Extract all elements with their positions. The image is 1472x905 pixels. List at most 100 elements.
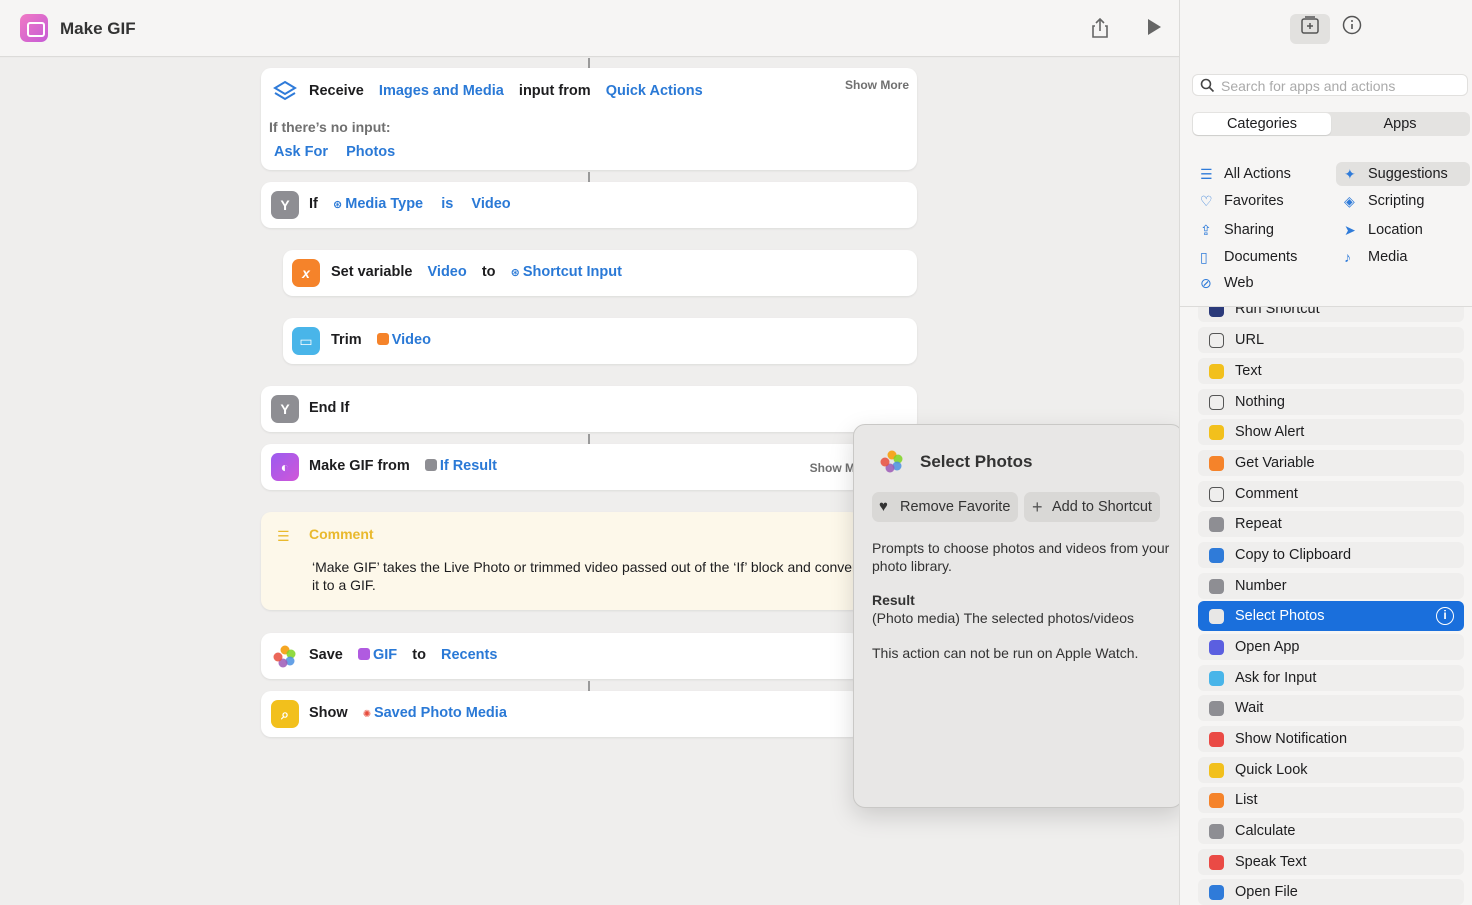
shortcuts-icon xyxy=(271,78,299,106)
gif-token[interactable]: GIF xyxy=(355,646,400,664)
make-gif-action-card[interactable]: ◐ Make GIF from If Result Show M xyxy=(261,444,861,490)
list-item-nothing[interactable]: Nothing xyxy=(1198,389,1464,415)
connector xyxy=(588,172,590,182)
search-field[interactable] xyxy=(1192,74,1468,96)
receive-action-card[interactable]: Receive Images and Media input from Quic… xyxy=(261,68,917,170)
list-item-quick-look[interactable]: Quick Look xyxy=(1198,757,1464,783)
list-item-open-app[interactable]: Open App xyxy=(1198,634,1464,660)
clipboard-icon xyxy=(1209,548,1224,563)
share-icon[interactable] xyxy=(1088,16,1112,40)
watch-note: This action can not be run on Apple Watc… xyxy=(872,645,1139,661)
category-suggestions[interactable]: ✦ Suggestions xyxy=(1336,162,1470,186)
sparkle-icon: ✦ xyxy=(1344,166,1356,182)
tab-categories[interactable]: Categories xyxy=(1193,113,1331,135)
category-sharing[interactable]: ⇪ Sharing xyxy=(1192,218,1322,242)
list-item-number[interactable]: Number xyxy=(1198,573,1464,599)
list-item-wait[interactable]: Wait xyxy=(1198,695,1464,721)
popover-description: Prompts to choose photos and videos from… xyxy=(872,540,1170,574)
list-item-select-photos[interactable]: Select Photos i xyxy=(1198,601,1464,631)
list-item-text[interactable]: Text xyxy=(1198,358,1464,384)
comment-title: Comment xyxy=(309,526,374,542)
to-label: to xyxy=(481,264,496,280)
variable-name-token[interactable]: Video xyxy=(425,263,470,281)
category-all-actions[interactable]: ☰ All Actions xyxy=(1192,162,1322,186)
category-media[interactable]: ♪ Media xyxy=(1336,245,1470,269)
show-label: Show xyxy=(309,705,348,721)
if-action-card[interactable]: Y If ⊛ Media Type is Video xyxy=(261,182,917,228)
saved-photo-media-token[interactable]: ✺ Saved Photo Media xyxy=(360,704,510,722)
receive-label: Receive xyxy=(309,83,364,99)
list-item-comment[interactable]: Comment xyxy=(1198,481,1464,507)
save-action-card[interactable]: Save GIF to Recents xyxy=(261,633,861,679)
condition-is-token[interactable]: is xyxy=(438,195,456,213)
ask-input-icon xyxy=(1209,671,1224,686)
run-shortcut-icon xyxy=(1209,307,1224,317)
document-icon: ▯ xyxy=(1200,249,1208,265)
show-more-button[interactable]: Show M xyxy=(810,461,855,475)
action-list[interactable]: Run Shortcut URL Text Nothing Show Alert… xyxy=(1180,307,1472,905)
list-item-speak-text[interactable]: Speak Text xyxy=(1198,849,1464,875)
input-source-token[interactable]: Quick Actions xyxy=(603,82,706,100)
list-item-show-notification[interactable]: Show Notification xyxy=(1198,726,1464,752)
run-play-icon[interactable] xyxy=(1142,16,1166,40)
end-if-action-card[interactable]: Y End If xyxy=(261,386,917,432)
media-type-token[interactable]: ⊛ Media Type xyxy=(330,195,426,213)
if-label: If xyxy=(309,196,318,212)
list-item-list[interactable]: List xyxy=(1198,787,1464,813)
photos-token[interactable]: Photos xyxy=(343,143,398,161)
info-icon[interactable]: i xyxy=(1436,607,1454,625)
save-label: Save xyxy=(309,647,343,663)
show-more-button[interactable]: Show More xyxy=(845,78,909,92)
heart-filled-icon: ♥ xyxy=(879,498,888,515)
list-item-ask-for-input[interactable]: Ask for Input xyxy=(1198,665,1464,691)
category-documents[interactable]: ▯ Documents xyxy=(1192,245,1322,269)
category-favorites[interactable]: ♡ Favorites xyxy=(1192,189,1322,213)
compass-icon: ⊘ xyxy=(1200,275,1212,291)
trim-video-token[interactable]: Video xyxy=(374,331,434,349)
list-item-url[interactable]: URL xyxy=(1198,327,1464,353)
list-item-show-alert[interactable]: Show Alert xyxy=(1198,419,1464,445)
list-item-repeat[interactable]: Repeat xyxy=(1198,511,1464,537)
category-web[interactable]: ⊘ Web xyxy=(1192,271,1322,295)
number-icon xyxy=(1209,579,1224,594)
list-item-get-variable[interactable]: Get Variable xyxy=(1198,450,1464,476)
alert-icon xyxy=(1209,425,1224,440)
list-item-run-shortcut[interactable]: Run Shortcut xyxy=(1198,307,1464,322)
shortcut-input-token[interactable]: ⊛ Shortcut Input xyxy=(508,263,625,281)
list-item-open-file[interactable]: Open File xyxy=(1198,879,1464,905)
trim-action-card[interactable]: ▭ Trim Video xyxy=(283,318,917,364)
remove-favorite-button[interactable]: ♥ Remove Favorite xyxy=(872,492,1019,522)
shortcut-title[interactable]: Make GIF xyxy=(60,19,136,39)
calculator-icon xyxy=(1209,824,1224,839)
notification-icon xyxy=(1209,732,1224,747)
category-scripting[interactable]: ◈ Scripting xyxy=(1336,189,1470,213)
photos-icon xyxy=(1209,609,1224,624)
album-token[interactable]: Recents xyxy=(438,646,500,664)
result-heading: Result xyxy=(872,592,915,608)
ask-for-token[interactable]: Ask For xyxy=(271,143,331,161)
comment-text[interactable]: ‘Make GIF’ takes the Live Photo or trimm… xyxy=(312,558,872,594)
list-item-calculate[interactable]: Calculate xyxy=(1198,818,1464,844)
action-library-icon[interactable] xyxy=(1290,14,1330,44)
condition-value-token[interactable]: Video xyxy=(468,195,513,213)
connector xyxy=(588,58,590,68)
branch-icon: Y xyxy=(271,395,299,423)
search-icon xyxy=(1200,78,1215,93)
set-variable-action-card[interactable]: x Set variable Video to ⊛ Shortcut Input xyxy=(283,250,917,296)
trim-label: Trim xyxy=(331,332,362,348)
tab-apps[interactable]: Apps xyxy=(1331,113,1469,135)
info-icon[interactable] xyxy=(1332,14,1372,44)
category-location[interactable]: ➤ Location xyxy=(1336,218,1470,242)
list-item-copy-to-clipboard[interactable]: Copy to Clipboard xyxy=(1198,542,1464,568)
comment-action-card[interactable]: ☰ Comment ‘Make GIF’ takes the Live Phot… xyxy=(261,512,868,610)
make-gif-label: Make GIF from xyxy=(309,458,410,474)
clock-icon xyxy=(1209,701,1224,716)
toolbar: Make GIF xyxy=(0,0,1179,57)
nothing-icon xyxy=(1209,395,1224,410)
search-input[interactable] xyxy=(1221,77,1461,95)
add-to-shortcut-button[interactable]: + Add to Shortcut xyxy=(1024,492,1160,522)
input-type-token[interactable]: Images and Media xyxy=(376,82,507,100)
show-action-card[interactable]: ⌕ Show ✺ Saved Photo Media xyxy=(261,691,861,737)
if-result-token[interactable]: If Result xyxy=(422,457,500,475)
input-from-label: input from xyxy=(518,83,591,99)
